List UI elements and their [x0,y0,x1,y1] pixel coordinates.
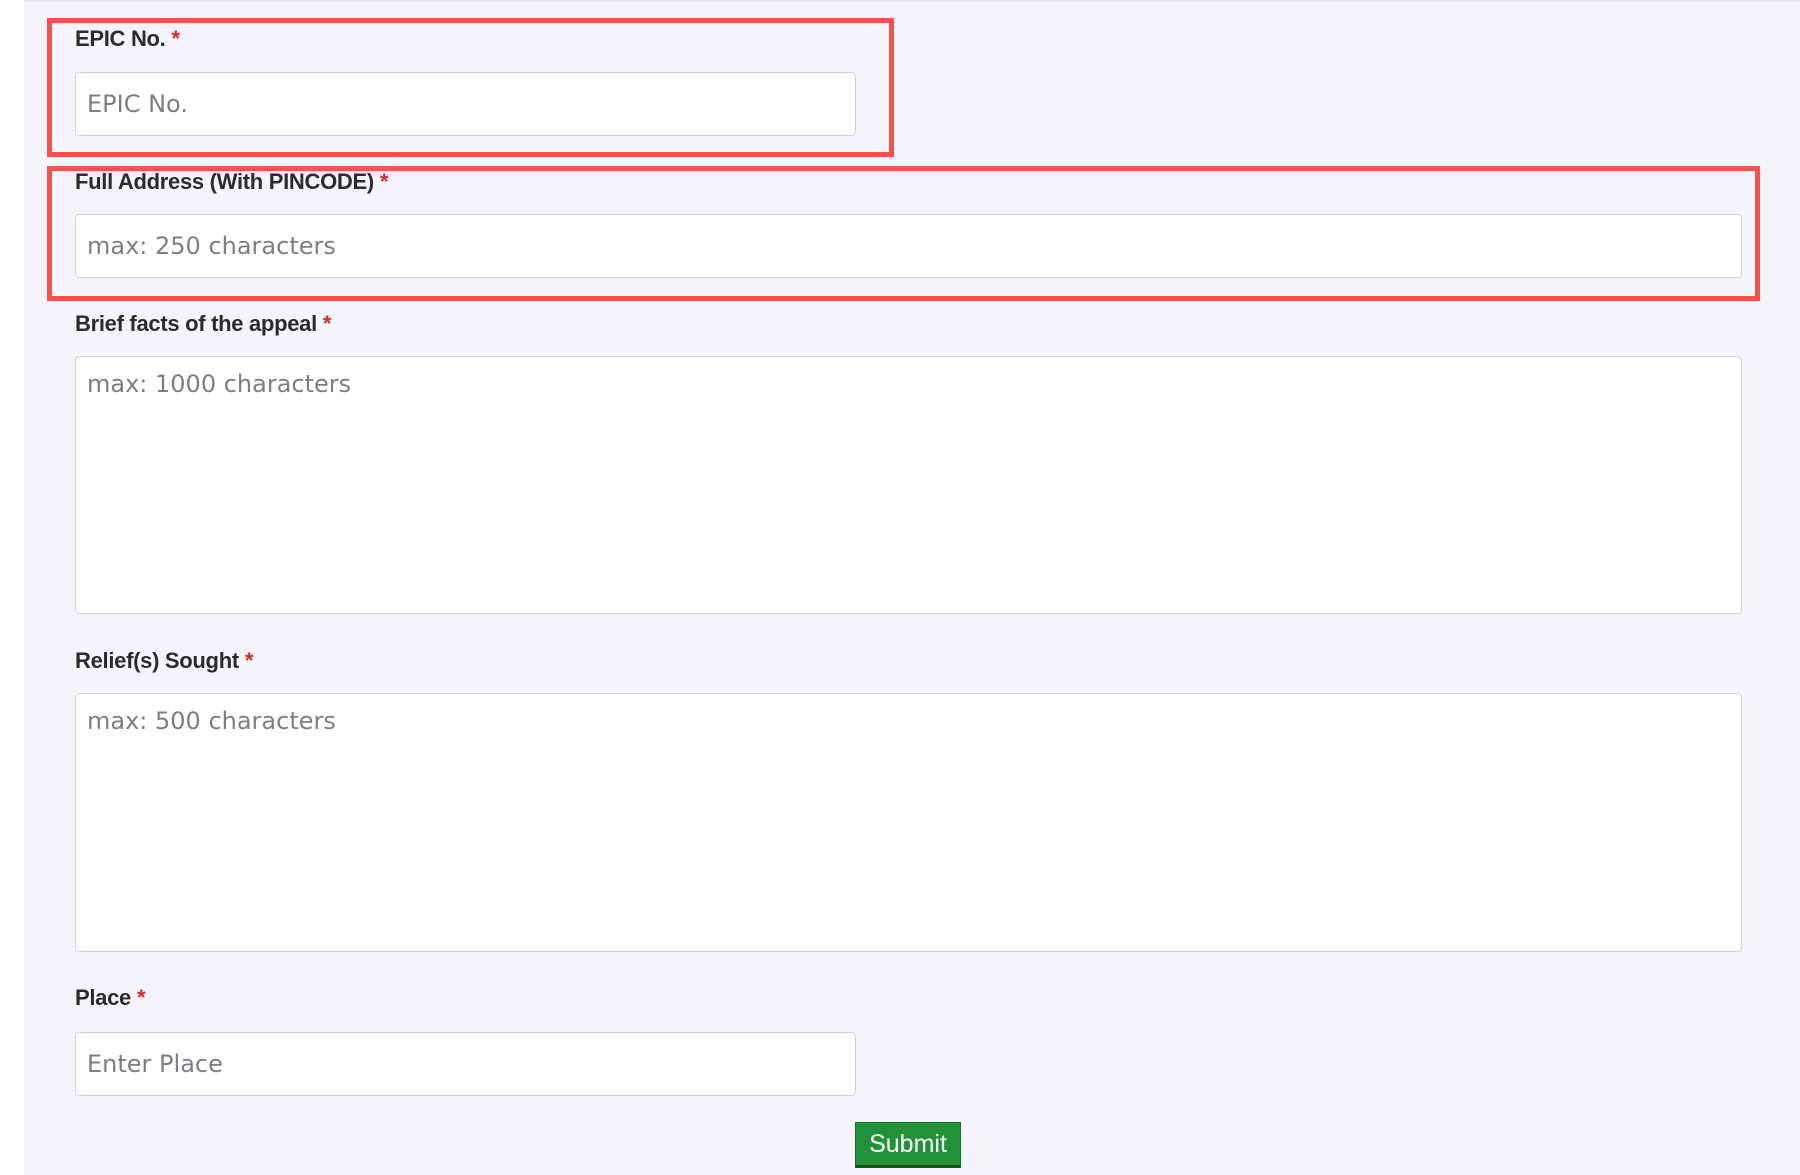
relief-label: Relief(s) Sought * [75,648,253,674]
relief-textarea[interactable] [75,693,1742,952]
place-input[interactable] [75,1032,856,1096]
address-input[interactable] [75,214,1742,278]
facts-textarea[interactable] [75,356,1742,614]
required-asterisk: * [244,648,254,673]
required-asterisk: * [171,26,181,51]
facts-label-text: Brief facts of the appeal [75,311,317,336]
required-asterisk: * [137,985,146,1010]
place-label: Place * [75,985,146,1011]
place-label-text: Place [75,985,131,1010]
submit-button[interactable]: Submit [855,1122,961,1168]
relief-label-text: Relief(s) Sought [75,648,239,673]
epic-label: EPIC No. * [75,26,180,52]
required-asterisk: * [379,169,389,194]
address-label-text: Full Address (With PINCODE) [75,169,374,194]
epic-input[interactable] [75,72,856,136]
facts-label: Brief facts of the appeal * [75,311,331,337]
required-asterisk: * [322,311,332,336]
epic-label-text: EPIC No. [75,26,166,51]
address-label: Full Address (With PINCODE) * [75,169,388,195]
